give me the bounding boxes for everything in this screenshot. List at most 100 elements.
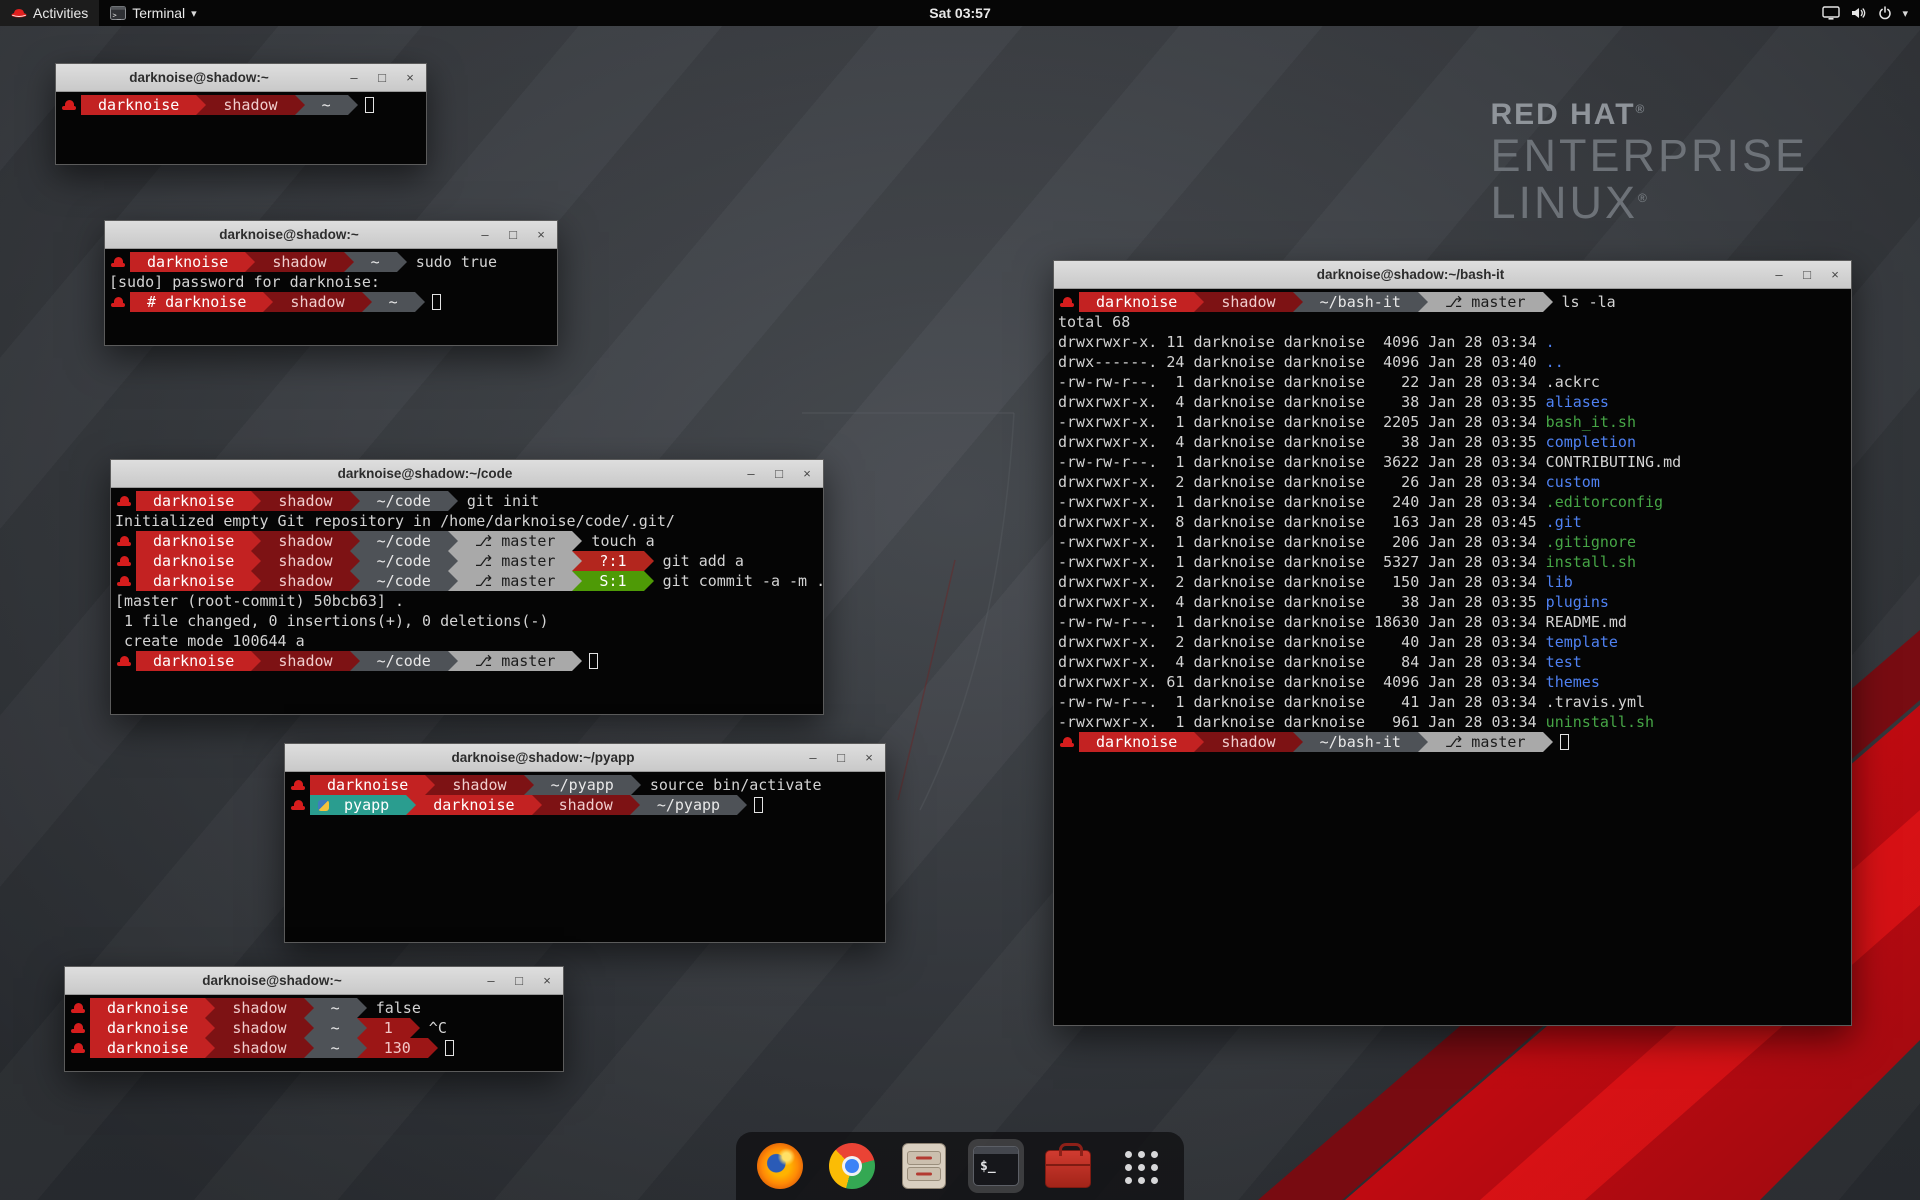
redhat-icon	[1060, 736, 1074, 749]
powerline-separator	[304, 1038, 314, 1058]
terminal-line: # darknoise shadow ~	[109, 292, 553, 312]
window-title: darknoise@shadow:~	[56, 70, 342, 85]
close-button[interactable]: ×	[861, 750, 877, 766]
prompt-segment-host: shadow	[542, 795, 630, 815]
terminal-text: -rw-rw-r--. 1 darknoise darknoise 3622 J…	[1058, 452, 1546, 472]
maximize-button[interactable]: □	[511, 973, 527, 989]
prompt-segment-path: ~	[314, 1038, 357, 1058]
terminal-content[interactable]: darknoise shadow ~/code git initInitiali…	[111, 488, 823, 714]
window-title: darknoise@shadow:~	[65, 973, 479, 988]
clock[interactable]: Sat 03:57	[929, 5, 990, 21]
terminal-content[interactable]: darknoise shadow ~ sudo true[sudo] passw…	[105, 249, 557, 345]
powerline-separator	[1543, 292, 1553, 312]
close-button[interactable]: ×	[1827, 267, 1843, 283]
window-titlebar[interactable]: darknoise@shadow:~ – □ ×	[56, 64, 426, 92]
terminal-text: drwxrwxr-x. 61 darknoise darknoise 4096 …	[1058, 672, 1546, 692]
dock-item-chrome[interactable]	[824, 1139, 880, 1193]
terminal-text: custom	[1546, 472, 1600, 492]
maximize-button[interactable]: □	[833, 750, 849, 766]
prompt-segment-user: darknoise	[136, 551, 251, 571]
minimize-button[interactable]: –	[483, 973, 499, 989]
window-titlebar[interactable]: darknoise@shadow:~ – □ ×	[105, 221, 557, 249]
terminal-line: drwxrwxr-x. 2 darknoise darknoise 150 Ja…	[1058, 572, 1847, 592]
window-titlebar[interactable]: darknoise@shadow:~/bash-it – □ ×	[1054, 261, 1851, 289]
terminal-cursor	[432, 294, 441, 310]
maximize-button[interactable]: □	[374, 70, 390, 86]
prompt-segment-user: darknoise	[1079, 732, 1194, 752]
prompt-segment-git: ⎇ master	[1428, 292, 1543, 312]
powerline-separator	[1194, 292, 1204, 312]
redhat-branding: RED HAT® ENTERPRISE LINUX®	[1490, 98, 1808, 227]
prompt-segment-path: ~/code	[360, 651, 448, 671]
window-titlebar[interactable]: darknoise@shadow:~ – □ ×	[65, 967, 563, 995]
prompt-segment-user: # darknoise	[130, 292, 263, 312]
dock-item-toolbox[interactable]	[1040, 1139, 1096, 1193]
terminal-content[interactable]: darknoise shadow ~ false darknoise shado…	[65, 995, 563, 1071]
minimize-button[interactable]: –	[743, 466, 759, 482]
terminal-line: drwxrwxr-x. 2 darknoise darknoise 26 Jan…	[1058, 472, 1847, 492]
terminal-cursor	[365, 97, 374, 113]
terminal-text: uninstall.sh	[1546, 712, 1654, 732]
prompt-segment-venv: pyapp	[310, 795, 406, 815]
system-status-area[interactable]: ▾	[1810, 0, 1920, 26]
maximize-button[interactable]: □	[1799, 267, 1815, 283]
powerline-separator	[348, 95, 358, 115]
terminal-content[interactable]: darknoise shadow ~	[56, 92, 426, 164]
terminal-text: ..	[1546, 352, 1564, 372]
powerline-separator	[737, 795, 747, 815]
window-titlebar[interactable]: darknoise@shadow:~/code – □ ×	[111, 460, 823, 488]
prompt-segment-host: shadow	[215, 998, 303, 1018]
terminal-line: darknoise shadow ~/bash-it ⎇ master ls -…	[1058, 292, 1847, 312]
powerline-separator	[205, 1038, 215, 1058]
terminal-text: drwxrwxr-x. 2 darknoise darknoise 150 Ja…	[1058, 572, 1546, 592]
close-button[interactable]: ×	[539, 973, 555, 989]
terminal-text: -rwxrwxr-x. 1 darknoise darknoise 240 Ja…	[1058, 492, 1546, 512]
maximize-button[interactable]: □	[505, 227, 521, 243]
activities-button[interactable]: Activities	[0, 0, 99, 26]
terminal-text: .ackrc	[1546, 372, 1600, 392]
dock-item-files[interactable]	[896, 1139, 952, 1193]
powerline-separator	[406, 795, 416, 815]
powerline-separator	[205, 998, 215, 1018]
prompt-segment-host: shadow	[261, 551, 349, 571]
volume-icon	[1850, 6, 1868, 20]
terminal-content[interactable]: darknoise shadow ~/bash-it ⎇ master ls -…	[1054, 289, 1851, 1025]
window-titlebar[interactable]: darknoise@shadow:~/pyapp – □ ×	[285, 744, 885, 772]
terminal-text: -rw-rw-r--. 1 darknoise darknoise 22 Jan…	[1058, 372, 1546, 392]
terminal-text: -rwxrwxr-x. 1 darknoise darknoise 961 Ja…	[1058, 712, 1546, 732]
svg-text:>_: >_	[113, 12, 122, 20]
terminal-line: darknoise shadow ~/pyapp source bin/acti…	[289, 775, 881, 795]
minimize-button[interactable]: –	[346, 70, 362, 86]
powerline-separator	[357, 998, 367, 1018]
close-button[interactable]: ×	[799, 466, 815, 482]
minimize-button[interactable]: –	[477, 227, 493, 243]
files-icon	[902, 1143, 946, 1189]
minimize-button[interactable]: –	[1771, 267, 1787, 283]
terminal-text: drwxrwxr-x. 4 darknoise darknoise 38 Jan…	[1058, 432, 1546, 452]
terminal-text: total 68	[1058, 312, 1130, 332]
terminal-text: Initialized empty Git repository in /hom…	[115, 511, 675, 531]
terminal-text: git init	[458, 491, 539, 511]
close-button[interactable]: ×	[533, 227, 549, 243]
dock-item-firefox[interactable]	[752, 1139, 808, 1193]
powerline-separator	[524, 775, 534, 795]
terminal-window: darknoise@shadow:~ – □ × darknoise shado…	[64, 966, 564, 1072]
terminal-content[interactable]: darknoise shadow ~/pyapp source bin/acti…	[285, 772, 885, 942]
terminal-line: darknoise shadow ~ false	[69, 998, 559, 1018]
app-menu[interactable]: >_ Terminal ▾	[99, 0, 207, 26]
powerline-separator	[251, 551, 261, 571]
prompt-segment-path: ~/pyapp	[640, 795, 737, 815]
powerline-separator	[205, 1018, 215, 1038]
prompt-segment-host: shadow	[206, 95, 294, 115]
dock	[736, 1132, 1184, 1200]
maximize-button[interactable]: □	[771, 466, 787, 482]
dock-item-terminal[interactable]	[968, 1139, 1024, 1193]
powerline-separator	[357, 1038, 367, 1058]
terminal-text: CONTRIBUTING.md	[1546, 452, 1681, 472]
powerline-separator	[448, 551, 458, 571]
close-button[interactable]: ×	[402, 70, 418, 86]
terminal-text: lib	[1546, 572, 1573, 592]
minimize-button[interactable]: –	[805, 750, 821, 766]
dock-item-app-grid[interactable]	[1112, 1139, 1168, 1193]
terminal-line: drwxrwxr-x. 4 darknoise darknoise 38 Jan…	[1058, 432, 1847, 452]
